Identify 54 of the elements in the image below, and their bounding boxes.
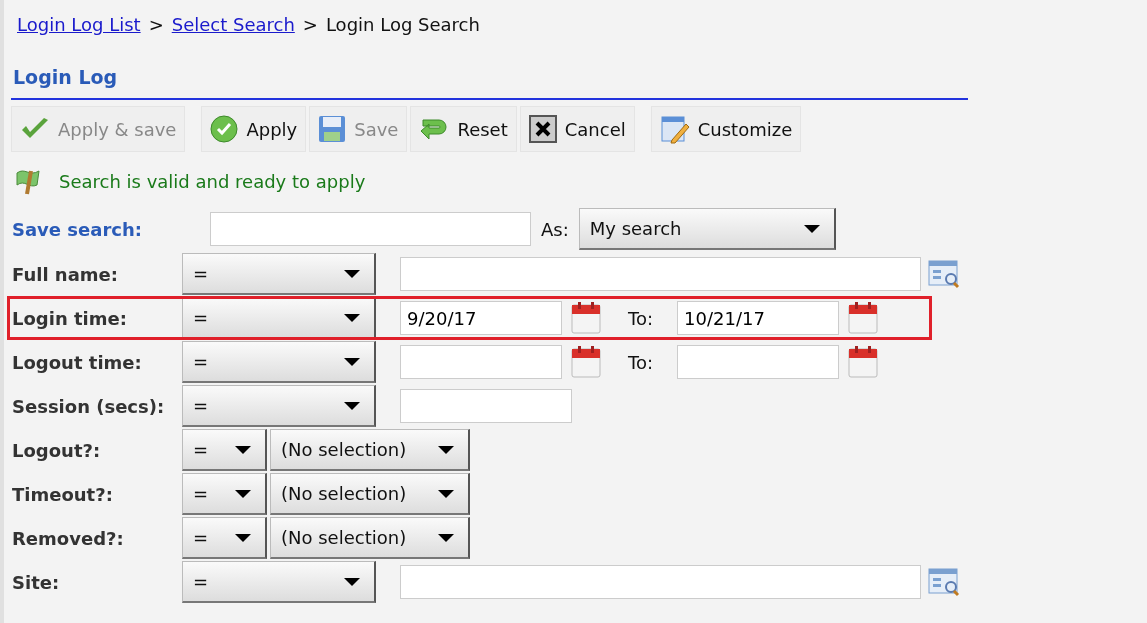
operator-dropdown[interactable]: = [182,341,376,383]
input-field[interactable] [400,257,921,291]
operator-dropdown[interactable]: = [182,297,376,339]
search-name-field[interactable] [210,212,531,246]
toolbar-button[interactable]: Cancel [519,106,635,152]
calendar-icon[interactable] [570,301,602,335]
field-label: Login time: [11,307,128,329]
operator-dropdown[interactable]: = [182,253,376,295]
check-circle-icon [210,115,239,143]
breadcrumb-text: > [148,14,164,37]
operator-dropdown[interactable]: = [182,429,267,471]
close-icon [528,115,557,143]
date-field[interactable] [400,345,562,379]
lookup-icon[interactable] [927,258,961,290]
dropdown[interactable]: (No selection) [270,473,470,515]
dropdown[interactable]: My search [578,208,836,250]
date-field[interactable]: 9/20/17 [400,301,562,335]
operator-dropdown[interactable]: = [182,473,267,515]
status-message: Search is valid and ready to apply [59,170,366,192]
section-heading: Login Log [11,52,968,100]
form-pencil-icon [659,114,690,144]
breadcrumb-link[interactable]: Login Log List [17,14,141,52]
field-label: Site: [11,571,61,593]
operator-dropdown[interactable]: = [182,385,376,427]
calendar-icon[interactable] [847,301,879,335]
date-field[interactable]: 10/21/17 [677,301,839,335]
operator-dropdown[interactable]: = [182,517,267,559]
toolbar-button[interactable]: Customize [650,106,802,152]
field-label: Removed?: [11,527,125,549]
checkmark-icon [20,117,50,141]
breadcrumb-text: > [302,14,318,37]
input-field[interactable] [400,389,572,423]
breadcrumb-text: Login Log Search [325,14,480,37]
breadcrumb-link[interactable]: Select Search [171,14,295,52]
toolbar-button[interactable]: Reset [410,106,517,152]
field-label: Logout?: [11,439,102,461]
field-label: Save search: [11,218,143,240]
calendar-icon[interactable] [847,345,879,379]
field-label: As: [541,218,569,240]
lookup-icon[interactable] [927,566,961,598]
operator-dropdown[interactable]: = [182,561,376,603]
date-field[interactable] [677,345,839,379]
dropdown[interactable]: (No selection) [270,517,470,559]
return-arrow-icon [419,116,450,142]
input-field[interactable] [400,565,921,599]
field-label: To: [628,351,653,373]
field-label: Session (secs): [11,395,166,417]
toolbar-button[interactable]: Apply [201,106,307,152]
field-label: To: [628,307,653,329]
field-label: Timeout?: [11,483,114,505]
field-label: Logout time: [11,351,143,373]
dropdown[interactable]: (No selection) [270,429,470,471]
calendar-icon[interactable] [570,345,602,379]
field-label: Full name: [11,263,119,285]
